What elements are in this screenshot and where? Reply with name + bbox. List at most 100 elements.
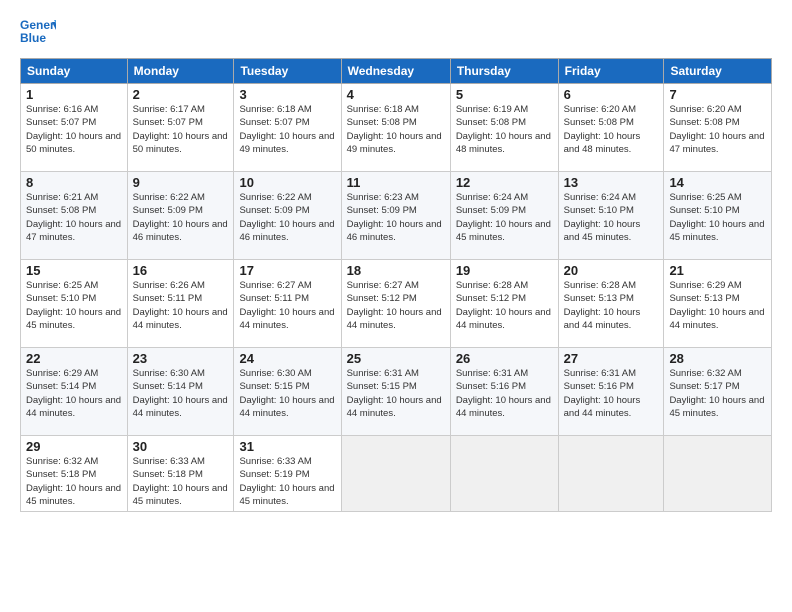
day-info-7: Sunrise: 6:20 AMSunset: 5:08 PMDaylight:… (669, 103, 766, 156)
day-info-19: Sunrise: 6:28 AMSunset: 5:12 PMDaylight:… (456, 279, 553, 332)
weekday-header-wednesday: Wednesday (341, 59, 450, 84)
empty-cell (558, 436, 664, 512)
day-number-4: 4 (347, 87, 445, 102)
day-info-16: Sunrise: 6:26 AMSunset: 5:11 PMDaylight:… (133, 279, 229, 332)
day-cell-5: 5Sunrise: 6:19 AMSunset: 5:08 PMDaylight… (450, 84, 558, 172)
day-cell-20: 20Sunrise: 6:28 AMSunset: 5:13 PMDayligh… (558, 260, 664, 348)
empty-cell (450, 436, 558, 512)
day-cell-12: 12Sunrise: 6:24 AMSunset: 5:09 PMDayligh… (450, 172, 558, 260)
day-number-20: 20 (564, 263, 659, 278)
day-cell-25: 25Sunrise: 6:31 AMSunset: 5:15 PMDayligh… (341, 348, 450, 436)
day-cell-3: 3Sunrise: 6:18 AMSunset: 5:07 PMDaylight… (234, 84, 341, 172)
day-cell-8: 8Sunrise: 6:21 AMSunset: 5:08 PMDaylight… (21, 172, 128, 260)
day-number-7: 7 (669, 87, 766, 102)
day-cell-10: 10Sunrise: 6:22 AMSunset: 5:09 PMDayligh… (234, 172, 341, 260)
day-number-11: 11 (347, 175, 445, 190)
day-cell-4: 4Sunrise: 6:18 AMSunset: 5:08 PMDaylight… (341, 84, 450, 172)
day-info-13: Sunrise: 6:24 AMSunset: 5:10 PMDaylight:… (564, 191, 659, 244)
weekday-header-monday: Monday (127, 59, 234, 84)
day-info-21: Sunrise: 6:29 AMSunset: 5:13 PMDaylight:… (669, 279, 766, 332)
day-cell-18: 18Sunrise: 6:27 AMSunset: 5:12 PMDayligh… (341, 260, 450, 348)
day-cell-28: 28Sunrise: 6:32 AMSunset: 5:17 PMDayligh… (664, 348, 772, 436)
day-cell-27: 27Sunrise: 6:31 AMSunset: 5:16 PMDayligh… (558, 348, 664, 436)
day-number-2: 2 (133, 87, 229, 102)
day-cell-29: 29Sunrise: 6:32 AMSunset: 5:18 PMDayligh… (21, 436, 128, 512)
day-info-12: Sunrise: 6:24 AMSunset: 5:09 PMDaylight:… (456, 191, 553, 244)
day-info-28: Sunrise: 6:32 AMSunset: 5:17 PMDaylight:… (669, 367, 766, 420)
day-info-23: Sunrise: 6:30 AMSunset: 5:14 PMDaylight:… (133, 367, 229, 420)
weekday-header-saturday: Saturday (664, 59, 772, 84)
day-info-1: Sunrise: 6:16 AMSunset: 5:07 PMDaylight:… (26, 103, 122, 156)
day-info-24: Sunrise: 6:30 AMSunset: 5:15 PMDaylight:… (239, 367, 335, 420)
day-number-28: 28 (669, 351, 766, 366)
header: General Blue (20, 16, 772, 52)
day-number-15: 15 (26, 263, 122, 278)
day-info-31: Sunrise: 6:33 AMSunset: 5:19 PMDaylight:… (239, 455, 335, 508)
day-number-12: 12 (456, 175, 553, 190)
day-cell-17: 17Sunrise: 6:27 AMSunset: 5:11 PMDayligh… (234, 260, 341, 348)
day-number-19: 19 (456, 263, 553, 278)
day-number-16: 16 (133, 263, 229, 278)
day-info-10: Sunrise: 6:22 AMSunset: 5:09 PMDaylight:… (239, 191, 335, 244)
day-info-27: Sunrise: 6:31 AMSunset: 5:16 PMDaylight:… (564, 367, 659, 420)
day-number-14: 14 (669, 175, 766, 190)
empty-cell (341, 436, 450, 512)
day-cell-15: 15Sunrise: 6:25 AMSunset: 5:10 PMDayligh… (21, 260, 128, 348)
week-row-1: 1Sunrise: 6:16 AMSunset: 5:07 PMDaylight… (21, 84, 772, 172)
day-number-31: 31 (239, 439, 335, 454)
day-number-17: 17 (239, 263, 335, 278)
day-info-22: Sunrise: 6:29 AMSunset: 5:14 PMDaylight:… (26, 367, 122, 420)
day-cell-19: 19Sunrise: 6:28 AMSunset: 5:12 PMDayligh… (450, 260, 558, 348)
day-info-4: Sunrise: 6:18 AMSunset: 5:08 PMDaylight:… (347, 103, 445, 156)
weekday-header-friday: Friday (558, 59, 664, 84)
day-number-6: 6 (564, 87, 659, 102)
day-number-5: 5 (456, 87, 553, 102)
day-number-3: 3 (239, 87, 335, 102)
day-info-30: Sunrise: 6:33 AMSunset: 5:18 PMDaylight:… (133, 455, 229, 508)
day-number-30: 30 (133, 439, 229, 454)
day-cell-24: 24Sunrise: 6:30 AMSunset: 5:15 PMDayligh… (234, 348, 341, 436)
svg-text:General: General (20, 18, 56, 32)
weekday-header-tuesday: Tuesday (234, 59, 341, 84)
day-cell-31: 31Sunrise: 6:33 AMSunset: 5:19 PMDayligh… (234, 436, 341, 512)
day-info-8: Sunrise: 6:21 AMSunset: 5:08 PMDaylight:… (26, 191, 122, 244)
calendar-table: SundayMondayTuesdayWednesdayThursdayFrid… (20, 58, 772, 512)
day-number-24: 24 (239, 351, 335, 366)
day-info-3: Sunrise: 6:18 AMSunset: 5:07 PMDaylight:… (239, 103, 335, 156)
day-cell-9: 9Sunrise: 6:22 AMSunset: 5:09 PMDaylight… (127, 172, 234, 260)
day-cell-6: 6Sunrise: 6:20 AMSunset: 5:08 PMDaylight… (558, 84, 664, 172)
empty-cell (664, 436, 772, 512)
day-number-10: 10 (239, 175, 335, 190)
day-cell-30: 30Sunrise: 6:33 AMSunset: 5:18 PMDayligh… (127, 436, 234, 512)
day-cell-22: 22Sunrise: 6:29 AMSunset: 5:14 PMDayligh… (21, 348, 128, 436)
day-number-21: 21 (669, 263, 766, 278)
week-row-3: 15Sunrise: 6:25 AMSunset: 5:10 PMDayligh… (21, 260, 772, 348)
day-info-25: Sunrise: 6:31 AMSunset: 5:15 PMDaylight:… (347, 367, 445, 420)
day-cell-21: 21Sunrise: 6:29 AMSunset: 5:13 PMDayligh… (664, 260, 772, 348)
day-info-14: Sunrise: 6:25 AMSunset: 5:10 PMDaylight:… (669, 191, 766, 244)
day-number-22: 22 (26, 351, 122, 366)
week-row-4: 22Sunrise: 6:29 AMSunset: 5:14 PMDayligh… (21, 348, 772, 436)
day-cell-13: 13Sunrise: 6:24 AMSunset: 5:10 PMDayligh… (558, 172, 664, 260)
day-cell-2: 2Sunrise: 6:17 AMSunset: 5:07 PMDaylight… (127, 84, 234, 172)
day-number-13: 13 (564, 175, 659, 190)
day-number-29: 29 (26, 439, 122, 454)
day-info-17: Sunrise: 6:27 AMSunset: 5:11 PMDaylight:… (239, 279, 335, 332)
weekday-header-sunday: Sunday (21, 59, 128, 84)
day-info-29: Sunrise: 6:32 AMSunset: 5:18 PMDaylight:… (26, 455, 122, 508)
day-number-9: 9 (133, 175, 229, 190)
day-number-26: 26 (456, 351, 553, 366)
day-cell-14: 14Sunrise: 6:25 AMSunset: 5:10 PMDayligh… (664, 172, 772, 260)
page: General Blue SundayMondayTuesdayWednesda… (0, 0, 792, 612)
day-info-6: Sunrise: 6:20 AMSunset: 5:08 PMDaylight:… (564, 103, 659, 156)
week-row-2: 8Sunrise: 6:21 AMSunset: 5:08 PMDaylight… (21, 172, 772, 260)
day-cell-11: 11Sunrise: 6:23 AMSunset: 5:09 PMDayligh… (341, 172, 450, 260)
weekday-header-thursday: Thursday (450, 59, 558, 84)
day-number-8: 8 (26, 175, 122, 190)
day-info-9: Sunrise: 6:22 AMSunset: 5:09 PMDaylight:… (133, 191, 229, 244)
day-cell-1: 1Sunrise: 6:16 AMSunset: 5:07 PMDaylight… (21, 84, 128, 172)
weekday-header-row: SundayMondayTuesdayWednesdayThursdayFrid… (21, 59, 772, 84)
svg-text:Blue: Blue (20, 31, 46, 45)
day-info-5: Sunrise: 6:19 AMSunset: 5:08 PMDaylight:… (456, 103, 553, 156)
day-cell-26: 26Sunrise: 6:31 AMSunset: 5:16 PMDayligh… (450, 348, 558, 436)
